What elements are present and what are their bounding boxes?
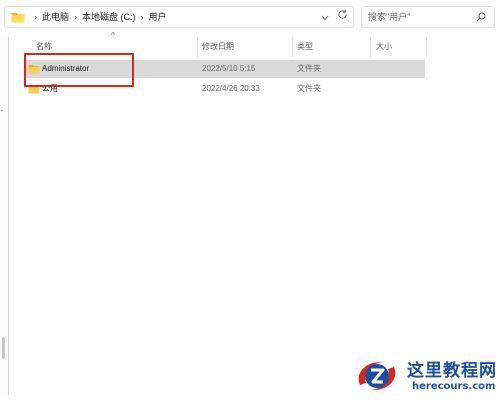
chevron-down-icon[interactable] [321,13,329,23]
folder-icon [11,13,25,23]
column-divider[interactable] [370,37,371,57]
breadcrumb-users[interactable]: 用户 [149,7,167,27]
column-header-type[interactable]: 类型 [297,37,313,57]
collapse-marker: • [1,109,4,115]
search-input[interactable]: 搜索"用户" [361,6,495,28]
column-divider[interactable] [292,37,293,57]
breadcrumb-separator: › [34,12,37,22]
file-modified-date: 2022/5/10 5:15 [202,64,256,73]
address-row: › 此电脑 › 本地磁盘 (C:) › 用户 搜索"用户" [0,0,500,37]
column-divider[interactable] [426,37,427,57]
navigation-pane[interactable]: • [0,37,9,395]
file-type: 文件夹 [297,64,321,73]
search-icon[interactable] [476,12,486,22]
column-divider[interactable] [197,37,198,57]
navigation-scrollbar[interactable] [2,337,5,359]
search-placeholder: 搜索"用户" [368,12,411,22]
watermark-logo-icon [358,362,396,390]
breadcrumb-local-disk[interactable]: 本地磁盘 (C:) [82,7,136,27]
sort-ascending-icon: ^ [111,31,115,40]
address-bar[interactable]: › 此电脑 › 本地磁盘 (C:) › 用户 [4,6,354,28]
breadcrumb-this-pc[interactable]: 此电脑 [42,7,69,27]
file-type: 文件夹 [297,84,321,93]
annotation-highlight-box [24,53,134,87]
breadcrumb-separator[interactable]: › [136,7,149,27]
column-header-modified[interactable]: 修改日期 [202,37,234,57]
column-header-size[interactable]: 大小 [376,37,392,57]
refresh-icon[interactable] [335,9,349,23]
breadcrumb-separator[interactable]: › [69,7,82,27]
watermark-title: 这里教程网 [407,361,497,381]
breadcrumb: › 此电脑 › 本地磁盘 (C:) › 用户 [29,7,167,27]
file-modified-date: 2022/4/26 20:33 [202,84,260,93]
watermark-url: herecours.com [412,381,496,392]
